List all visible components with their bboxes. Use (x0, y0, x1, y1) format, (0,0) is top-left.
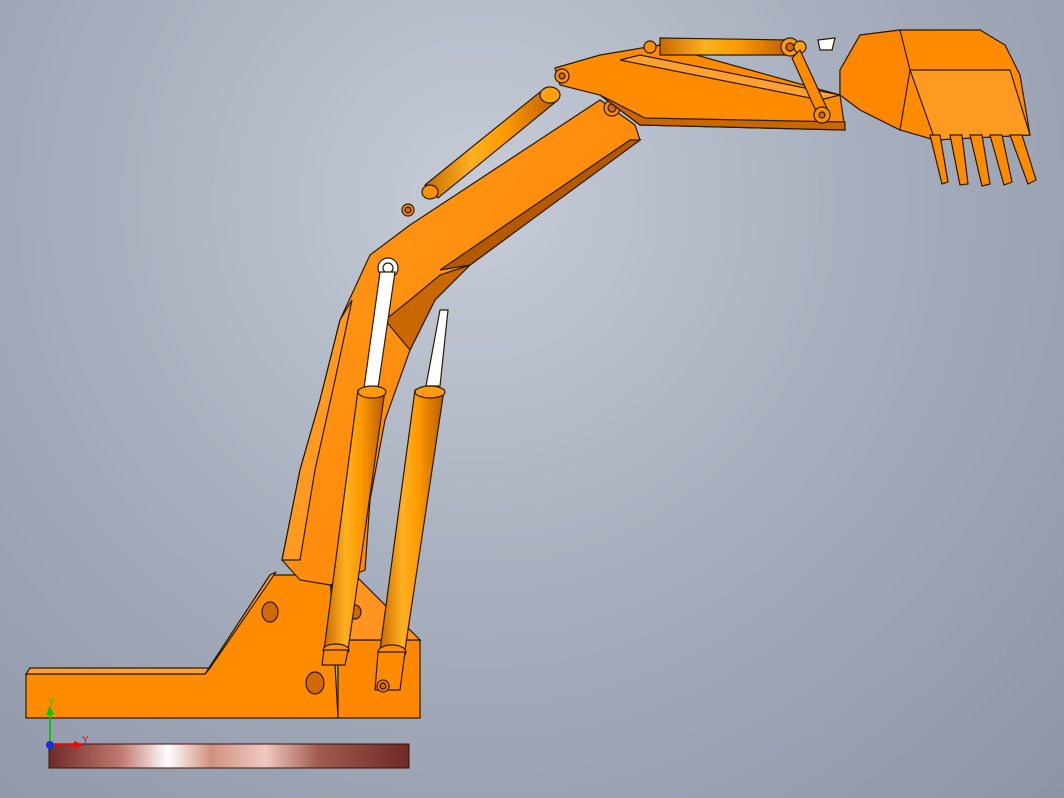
model-face (839, 29, 911, 131)
graphics-viewport[interactable]: Y Y (0, 0, 1064, 798)
excavator-arm-model[interactable] (0, 0, 1064, 798)
model-face (785, 42, 795, 52)
y-axis-label-horizontal: Y (82, 735, 89, 746)
model-face (929, 134, 949, 185)
model-face (539, 86, 561, 104)
coordinate-triad: Y Y (46, 697, 89, 749)
model-face (379, 682, 387, 690)
model-face (414, 385, 446, 399)
model-face (659, 37, 791, 56)
model-face (1009, 134, 1037, 185)
model-face (321, 649, 349, 666)
model-face (357, 385, 387, 399)
model-face (643, 40, 657, 54)
model-face (817, 37, 836, 51)
model-face (425, 309, 449, 387)
z-axis-dot (46, 741, 54, 749)
model-face (421, 184, 439, 200)
model-face (949, 134, 969, 186)
model-face (24, 667, 212, 675)
bucket (839, 29, 1037, 187)
floor-plate (48, 743, 410, 769)
y-axis-label: Y (48, 697, 55, 708)
model-face (989, 134, 1013, 186)
bucket-teeth (929, 134, 1037, 187)
model-face (404, 206, 412, 214)
model-face (261, 601, 279, 623)
model-face (379, 389, 445, 651)
model-face (969, 134, 991, 187)
model-face (305, 671, 325, 695)
model-face (818, 111, 826, 119)
model-face (558, 72, 566, 80)
